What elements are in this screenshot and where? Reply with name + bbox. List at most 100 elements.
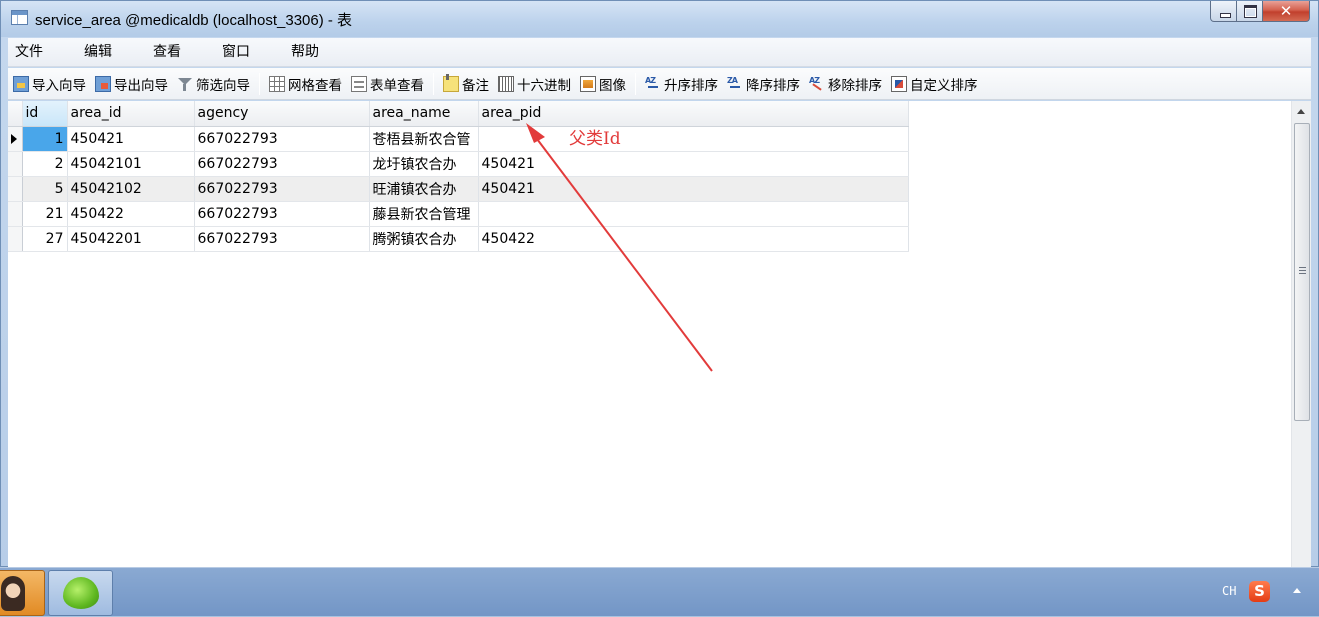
toolbar-separator <box>259 72 260 95</box>
cell-agency[interactable]: 667022793 <box>194 226 370 252</box>
image-icon <box>580 75 596 92</box>
sort-asc-button[interactable]: 升序排序 <box>645 74 718 94</box>
title-bar[interactable]: service_area @medicaldb (localhost_3306)… <box>1 1 1318 37</box>
toolbar: 导入向导 导出向导 筛选向导 网格查看 表单查看 备注 十六进制 图像 升序排序… <box>8 68 1311 100</box>
hex-button[interactable]: 十六进制 <box>498 74 571 94</box>
cell-id[interactable]: 5 <box>22 176 68 202</box>
cell-id[interactable]: 2 <box>22 151 68 177</box>
header-row: id area_id agency area_name area_pid <box>8 101 909 127</box>
menu-view[interactable]: 查看 <box>144 38 190 66</box>
image-button[interactable]: 图像 <box>580 74 626 94</box>
export-icon <box>95 75 111 92</box>
menu-window[interactable]: 窗口 <box>213 38 259 66</box>
menu-help[interactable]: 帮助 <box>282 38 328 66</box>
cell-agency[interactable]: 667022793 <box>194 176 370 202</box>
row-indicator[interactable] <box>8 126 23 152</box>
show-hidden-icons-icon[interactable] <box>1293 588 1301 593</box>
cell-id[interactable]: 1 <box>22 126 68 152</box>
close-button[interactable]: ✕ <box>1263 1 1310 22</box>
language-indicator[interactable]: CH <box>1222 584 1236 598</box>
cell-id[interactable]: 21 <box>22 201 68 227</box>
import-wizard-label: 导入向导 <box>32 77 86 94</box>
data-grid[interactable]: id area_id agency area_name area_pid 1 4… <box>8 101 1311 568</box>
maximize-button[interactable] <box>1237 1 1263 22</box>
results-table: id area_id agency area_name area_pid 1 4… <box>8 101 909 252</box>
cell-area-name[interactable]: 旺浦镇农合办 <box>369 176 479 202</box>
memo-button[interactable]: 备注 <box>443 73 489 94</box>
cell-area-pid[interactable]: 450421 <box>478 151 909 177</box>
cell-area-pid[interactable]: 450421 <box>478 176 909 202</box>
row-indicator[interactable] <box>8 151 23 177</box>
column-header-id[interactable]: id <box>22 101 68 127</box>
cell-area-name[interactable]: 龙圩镇农合办 <box>369 151 479 177</box>
scrollbar-thumb[interactable] <box>1294 123 1310 421</box>
cell-area-id[interactable]: 45042101 <box>67 151 195 177</box>
sort-asc-label: 升序排序 <box>664 77 718 94</box>
cell-area-id[interactable]: 45042102 <box>67 176 195 202</box>
table-window: service_area @medicaldb (localhost_3306)… <box>0 0 1319 568</box>
cell-area-id[interactable]: 450422 <box>67 201 195 227</box>
close-icon: ✕ <box>1279 2 1293 20</box>
cell-area-pid[interactable]: 450422 <box>478 226 909 252</box>
image-label: 图像 <box>599 77 626 94</box>
sogou-ime-icon[interactable]: S <box>1249 581 1270 602</box>
custom-sort-button[interactable]: 自定义排序 <box>891 74 978 94</box>
form-icon <box>351 75 367 92</box>
scroll-up-icon[interactable] <box>1297 109 1305 114</box>
memo-icon <box>443 73 459 92</box>
custom-sort-icon <box>891 75 907 92</box>
menu-edit[interactable]: 编辑 <box>75 38 121 66</box>
remove-sort-icon <box>809 76 825 92</box>
cell-id[interactable]: 27 <box>22 226 68 252</box>
table-row[interactable]: 21 450422 667022793 藤县新农合管理 <box>8 201 909 227</box>
sort-desc-button[interactable]: 降序排序 <box>727 74 800 94</box>
row-indicator[interactable] <box>8 201 23 227</box>
cell-area-id[interactable]: 45042201 <box>67 226 195 252</box>
column-header-area-name[interactable]: area_name <box>369 101 479 127</box>
cell-agency[interactable]: 667022793 <box>194 126 370 152</box>
import-wizard-button[interactable]: 导入向导 <box>13 74 86 94</box>
cell-area-pid[interactable] <box>478 126 909 152</box>
window-title: service_area @medicaldb (localhost_3306)… <box>35 12 353 29</box>
cell-area-id[interactable]: 450421 <box>67 126 195 152</box>
vertical-scrollbar[interactable] <box>1291 101 1311 568</box>
cell-area-name[interactable]: 苍梧县新农合管 <box>369 126 479 152</box>
column-header-area-id[interactable]: area_id <box>67 101 195 127</box>
form-view-button[interactable]: 表单查看 <box>351 74 424 94</box>
memo-label: 备注 <box>462 77 489 94</box>
taskbar-app-avatar[interactable] <box>0 570 45 616</box>
system-tray: CH S <box>1209 568 1319 617</box>
grid-icon <box>269 75 285 92</box>
menu-bar: 文件 编辑 查看 窗口 帮助 <box>8 38 1311 67</box>
taskbar: CH S <box>0 567 1319 616</box>
grid-view-button[interactable]: 网格查看 <box>269 74 342 94</box>
row-indicator[interactable] <box>8 226 23 252</box>
export-wizard-button[interactable]: 导出向导 <box>95 74 168 94</box>
menu-file[interactable]: 文件 <box>6 38 52 66</box>
row-indicator[interactable] <box>8 176 23 202</box>
cell-area-name[interactable]: 藤县新农合管理 <box>369 201 479 227</box>
cell-agency[interactable]: 667022793 <box>194 151 370 177</box>
table-row[interactable]: 5 45042102 667022793 旺浦镇农合办 450421 <box>8 176 909 202</box>
toolbar-separator <box>635 72 636 95</box>
sort-desc-label: 降序排序 <box>746 77 800 94</box>
hex-icon <box>498 75 514 92</box>
cell-area-pid[interactable] <box>478 201 909 227</box>
grip-icon <box>1299 267 1306 274</box>
cell-agency[interactable]: 667022793 <box>194 201 370 227</box>
filter-wizard-button[interactable]: 筛选向导 <box>177 74 250 94</box>
hex-label: 十六进制 <box>517 77 571 94</box>
sort-descending-icon <box>727 76 743 92</box>
column-header-agency[interactable]: agency <box>194 101 370 127</box>
export-wizard-label: 导出向导 <box>114 77 168 94</box>
table-row[interactable]: 27 45042201 667022793 腾粥镇农合办 450422 <box>8 226 909 252</box>
column-header-area-pid[interactable]: area_pid <box>478 101 909 127</box>
table-row[interactable]: 1 450421 667022793 苍梧县新农合管 <box>8 126 909 152</box>
filter-icon <box>177 76 193 92</box>
cell-area-name[interactable]: 腾粥镇农合办 <box>369 226 479 252</box>
minimize-button[interactable] <box>1210 1 1237 22</box>
remove-sort-button[interactable]: 移除排序 <box>809 74 882 94</box>
taskbar-app-navicat[interactable] <box>48 570 113 616</box>
filter-wizard-label: 筛选向导 <box>196 77 250 94</box>
table-row[interactable]: 2 45042101 667022793 龙圩镇农合办 450421 <box>8 151 909 177</box>
